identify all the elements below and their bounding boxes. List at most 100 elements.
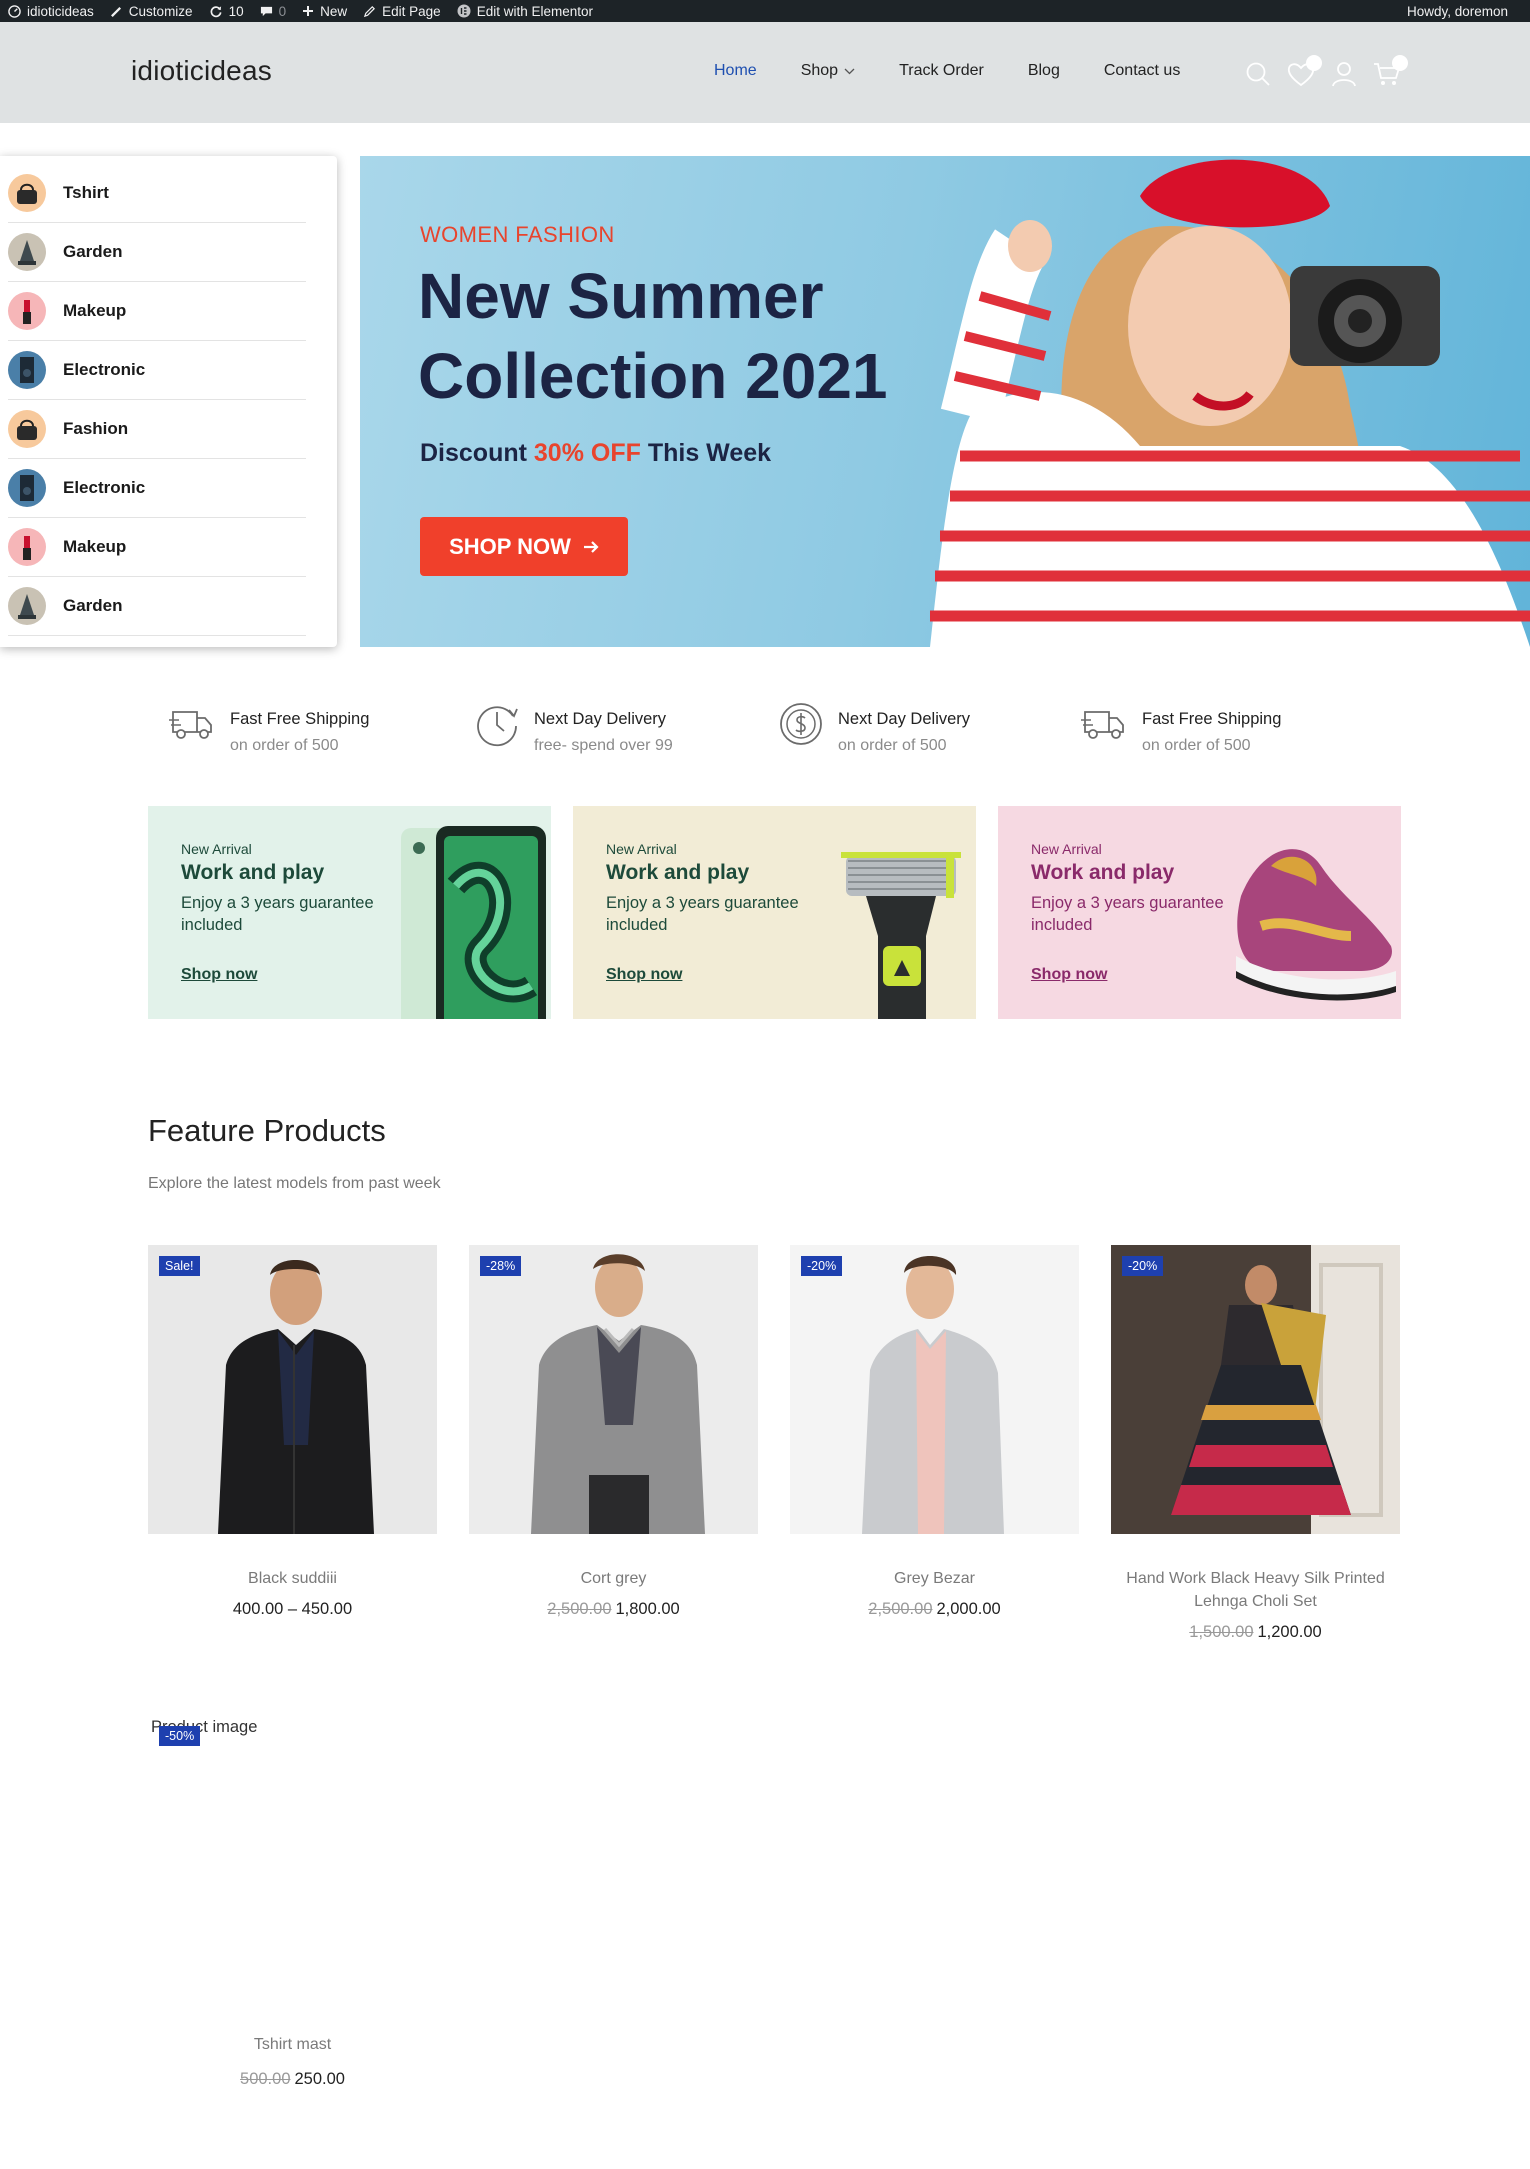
feature-title: Next Day Delivery	[534, 710, 667, 728]
feature-subtitle: on order of 500	[1142, 737, 1251, 754]
admin-customize-link[interactable]: Customize	[102, 0, 201, 22]
brush-icon	[110, 6, 121, 17]
speaker-icon	[8, 469, 46, 507]
category-label: Makeup	[63, 301, 127, 320]
nav-home[interactable]: Home	[714, 62, 757, 80]
product-sale-price: 250.00	[294, 2070, 345, 2088]
category-label: Makeup	[63, 537, 127, 556]
shop-now-label: SHOP NOW	[449, 533, 571, 559]
product-image[interactable]	[469, 1245, 758, 1534]
account-user-icon[interactable]	[1330, 60, 1358, 88]
feature-item: Fast Free Shipping on order of 500	[169, 698, 469, 758]
lamp-icon	[8, 587, 46, 625]
nav-track-order[interactable]: Track Order	[899, 62, 984, 80]
admin-new-label: New	[320, 3, 348, 19]
admin-bar: idioticideas Customize 10 0 New Edit Pag…	[0, 0, 1530, 22]
admin-site-label: idioticideas	[27, 3, 94, 19]
admin-updates-count: 10	[228, 3, 244, 19]
admin-elementor-link[interactable]: Edit with Elementor	[449, 0, 601, 22]
product-badge: -28%	[480, 1256, 522, 1276]
category-item[interactable]: Tshirt	[8, 164, 306, 223]
product-badge: -50%	[159, 1726, 201, 1746]
product-name[interactable]: Black suddiii	[148, 1567, 437, 1590]
category-label: Electronic	[63, 478, 146, 497]
section-subtitle: Explore the latest models from past week	[148, 1175, 441, 1192]
admin-site-link[interactable]: idioticideas	[0, 0, 102, 22]
promo-description: Enjoy a 3 years guarantee included	[181, 894, 374, 934]
hero-discount-highlight: 30% OFF	[533, 439, 641, 467]
nav-blog[interactable]: Blog	[1028, 62, 1060, 80]
promo-description: Enjoy a 3 years guarantee included	[1031, 894, 1224, 934]
elementor-icon	[457, 4, 471, 18]
product-price: 2,500.00 1,800.00	[469, 1600, 758, 1619]
lehnga-choli-image	[1111, 1245, 1400, 1534]
category-item[interactable]: Makeup	[8, 518, 306, 577]
handbag-icon	[8, 410, 46, 448]
product-image[interactable]	[1111, 1245, 1400, 1534]
category-item[interactable]: Makeup	[8, 282, 306, 341]
lipstick-icon	[8, 528, 46, 566]
promo-eyebrow: New Arrival	[181, 841, 252, 857]
category-item[interactable]: Electronic	[8, 341, 306, 400]
main-nav: Home Shop Track Order Blog Contact us	[714, 62, 1224, 80]
admin-comments-link[interactable]: 0	[252, 0, 295, 22]
product-old-price: 2,500.00	[868, 1600, 933, 1618]
promo-shop-link[interactable]: Shop now	[181, 966, 257, 984]
feature-subtitle: on order of 500	[230, 737, 339, 754]
promo-card: New Arrival Work and play Enjoy a 3 year…	[998, 806, 1401, 1019]
category-label: Electronic	[63, 360, 146, 379]
category-item[interactable]: Fashion	[8, 400, 306, 459]
product-old-price: 500.00	[240, 2070, 291, 2088]
promo-shop-link[interactable]: Shop now	[606, 966, 682, 984]
feature-title: Next Day Delivery	[838, 710, 971, 728]
category-item[interactable]: Garden	[8, 577, 306, 636]
category-menu: Tshirt Garden Makeup Electronic Fashion …	[0, 156, 337, 647]
feature-subtitle: free- spend over 99	[534, 737, 673, 754]
product-name[interactable]: Hand Work Black Heavy Silk Printed Lehng…	[1111, 1567, 1400, 1613]
category-item[interactable]: Electronic	[8, 459, 306, 518]
feature-subtitle: on order of 500	[838, 737, 947, 754]
truck-icon	[169, 711, 212, 739]
hero-eyebrow: WOMEN FASHION	[420, 222, 615, 247]
promo-shop-link[interactable]: Shop now	[1031, 966, 1107, 984]
promo-card: New Arrival Work and play Enjoy a 3 year…	[148, 806, 551, 1019]
promo-eyebrow: New Arrival	[1031, 841, 1102, 857]
search-icon[interactable]	[1244, 60, 1272, 88]
admin-new-link[interactable]: New	[294, 0, 355, 22]
site-logo[interactable]: idioticideas	[131, 55, 272, 87]
hero-banner: WOMEN FASHION New Summer Collection 2021…	[360, 156, 1530, 647]
speaker-icon	[8, 351, 46, 389]
hero-title: New Summer Collection 2021	[418, 260, 888, 412]
hero-discount-post: This Week	[640, 439, 772, 467]
category-label: Fashion	[63, 419, 129, 438]
admin-updates-link[interactable]: 10	[201, 0, 252, 22]
product-sale-price: 2,000.00	[936, 1600, 1001, 1618]
lamp-icon	[8, 233, 46, 271]
admin-edit-page-label: Edit Page	[382, 3, 441, 19]
promo-eyebrow: New Arrival	[606, 841, 677, 857]
pencil-icon	[364, 5, 376, 17]
feature-item: Next Day Delivery free- spend over 99	[473, 698, 773, 758]
admin-account-menu[interactable]: Howdy, doremon	[1399, 0, 1516, 22]
product-badge: -20%	[1122, 1256, 1164, 1276]
product-image[interactable]	[148, 1245, 437, 1534]
admin-howdy-label: Howdy, doremon	[1406, 3, 1508, 19]
man-light-grey-blazer-image	[790, 1245, 1079, 1534]
comment-icon	[260, 6, 272, 16]
product-image[interactable]	[790, 1245, 1079, 1534]
category-item[interactable]: Garden	[8, 223, 306, 282]
nav-shop[interactable]: Shop	[801, 62, 855, 80]
truck-icon	[1081, 711, 1124, 739]
admin-edit-page-link[interactable]: Edit Page	[355, 0, 449, 22]
shop-now-button[interactable]: SHOP NOW	[420, 517, 628, 576]
nav-contact[interactable]: Contact us	[1104, 62, 1180, 80]
section-title: Feature Products	[148, 1113, 386, 1148]
product-name[interactable]: Cort grey	[469, 1567, 758, 1590]
handbag-icon	[8, 174, 46, 212]
hero-discount: Discount 30% OFF This Week	[420, 439, 771, 468]
product-name[interactable]: Grey Bezar	[790, 1567, 1079, 1590]
promo-title: Work and play	[606, 861, 750, 884]
product-old-price: 1,500.00	[1189, 1623, 1254, 1641]
product-price: 400.00 – 450.00	[232, 1600, 353, 1618]
product-name[interactable]: Tshirt mast	[148, 2036, 437, 2054]
